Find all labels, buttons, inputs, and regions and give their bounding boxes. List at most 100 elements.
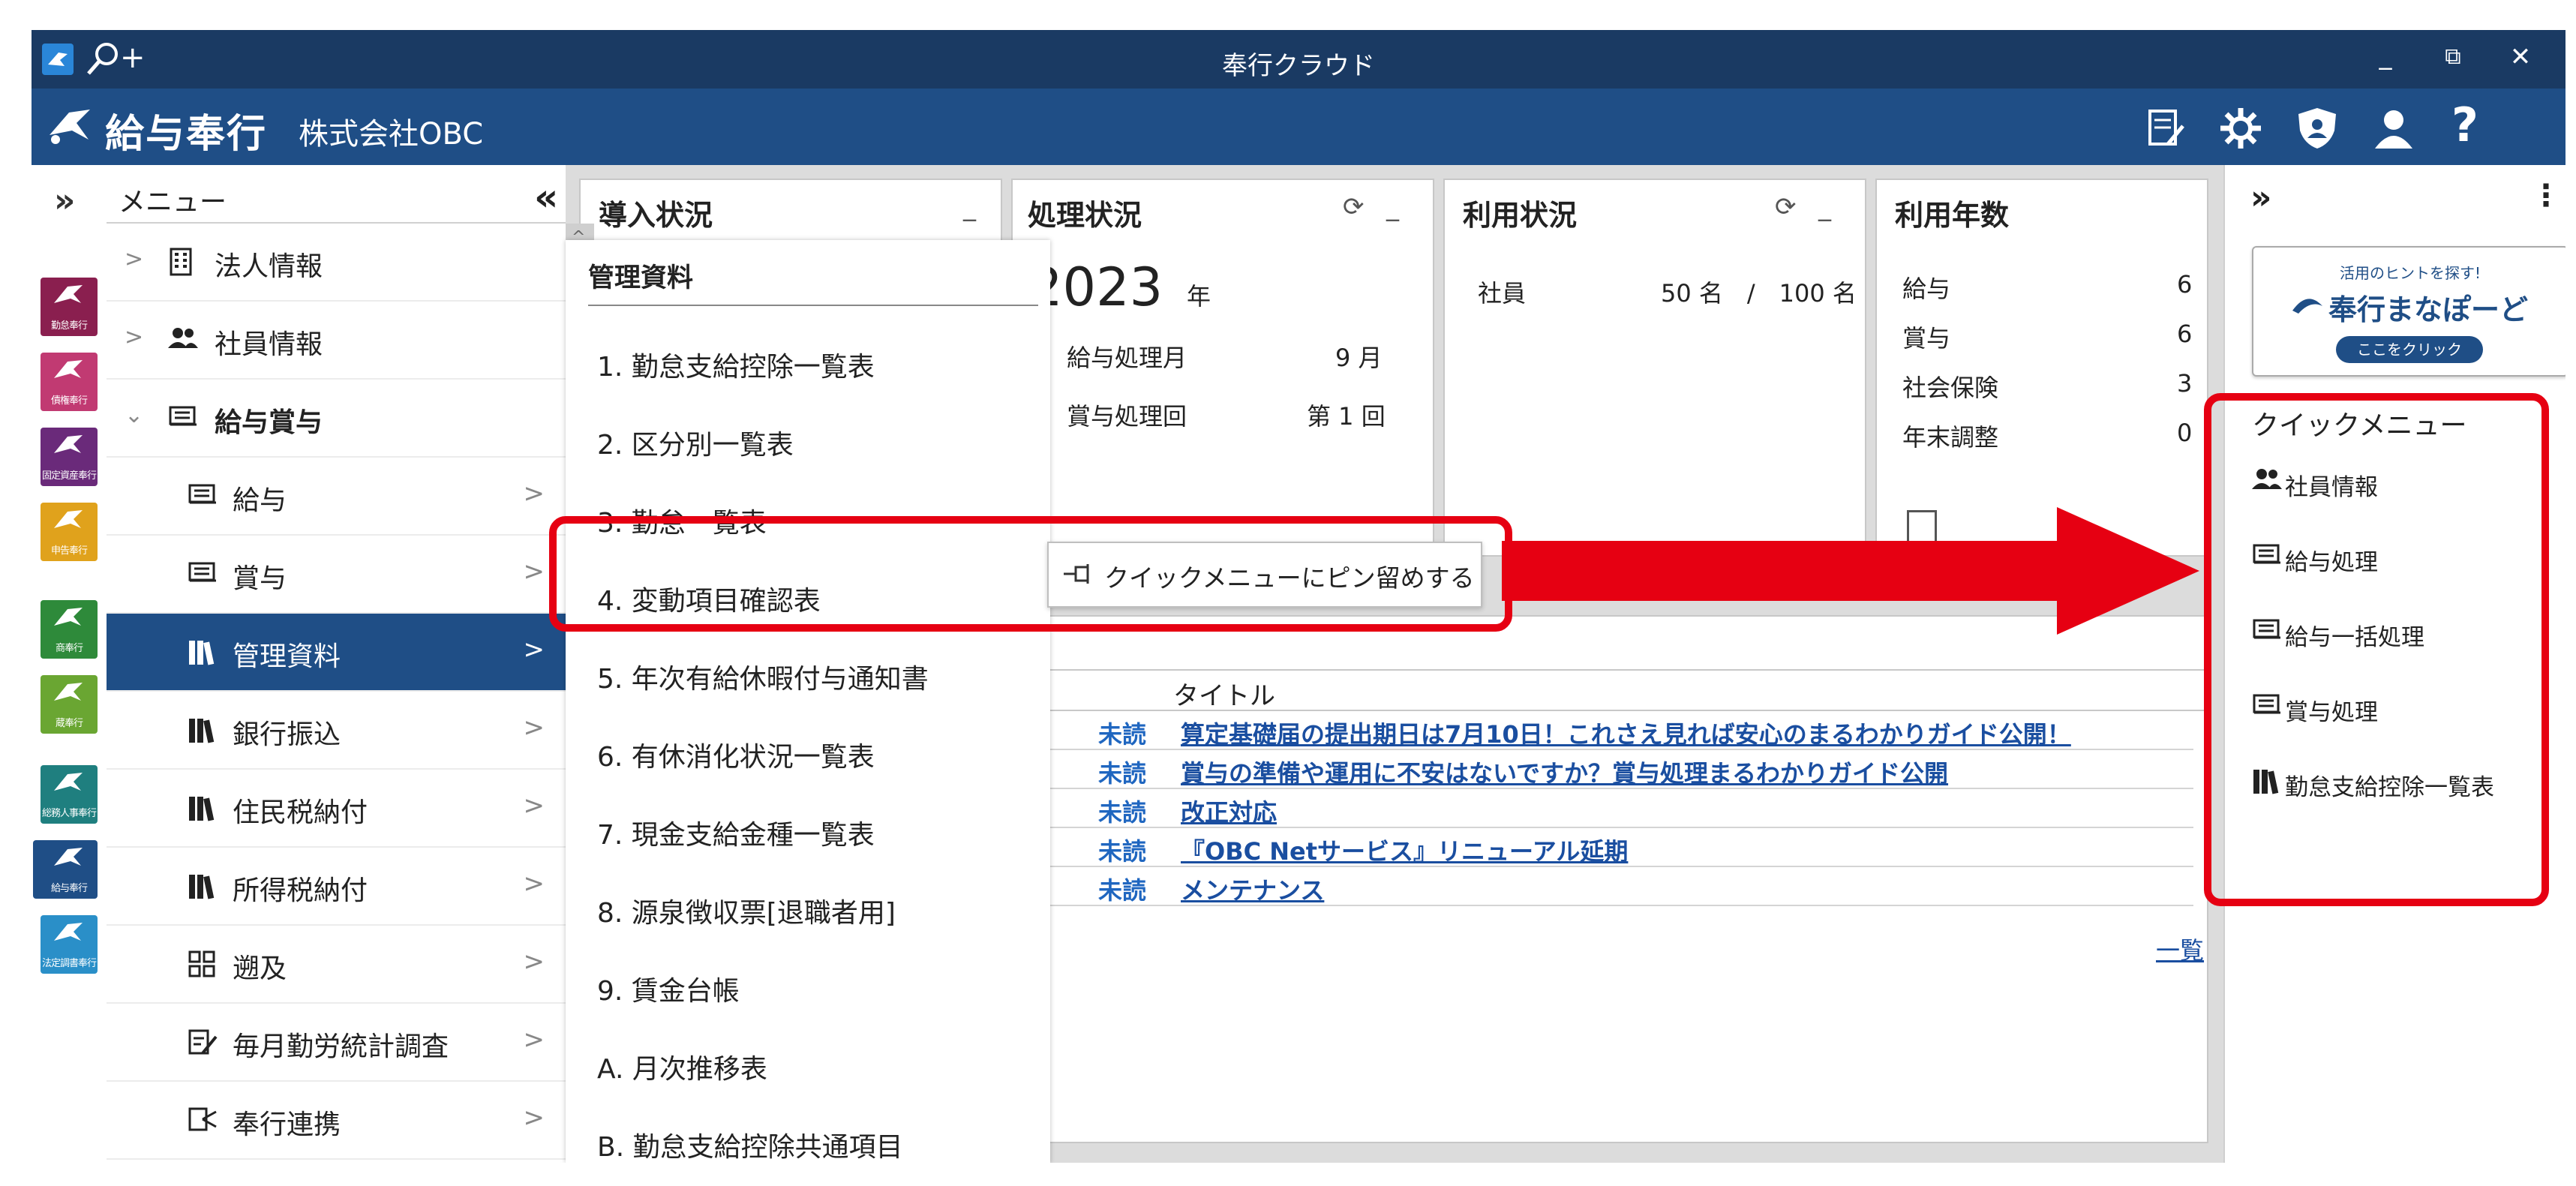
highlight-quick-menu xyxy=(2204,393,2549,906)
link-icon xyxy=(188,1106,218,1133)
panel-title: 導入状況 xyxy=(599,199,713,232)
menu-item-label: 奉行連携 xyxy=(233,1109,341,1140)
title-bar: + 奉行クラウド _ ⧉ ✕ xyxy=(32,30,2565,89)
chevron-down-icon[interactable]: ⌄ xyxy=(125,402,143,428)
minimize-panel-button[interactable]: _ xyxy=(963,192,976,222)
submenu-divider xyxy=(588,305,1038,306)
app-shortcut-label: 総務人事奉行 xyxy=(41,808,97,819)
years-label: 社会保険 xyxy=(1902,374,1999,402)
submenu-item[interactable]: 7. 現金支給金種一覧表 xyxy=(597,813,875,852)
help-icon[interactable]: ? xyxy=(2451,98,2478,152)
banner-brand: 奉行まなぽーど xyxy=(2328,293,2529,326)
app-shortcut-icon[interactable]: 給与奉行 xyxy=(41,840,98,899)
menu-item[interactable]: 給与 > xyxy=(107,458,566,536)
app-shortcut-icon[interactable]: 総務人事奉行 xyxy=(41,765,98,824)
minimize-panel-button[interactable]: _ xyxy=(1386,192,1399,222)
payslip-icon xyxy=(168,404,198,428)
panel-title: 利用年数 xyxy=(1895,199,2010,232)
news-status-badge: 未読 xyxy=(1098,720,1147,749)
years-label: 給与 xyxy=(1902,275,1951,303)
app-shortcut-icon[interactable]: 法定調書奉行 xyxy=(41,915,98,974)
people-icon xyxy=(168,326,198,351)
submenu-item[interactable]: 8. 源泉徴収票[退職者用] xyxy=(597,891,896,930)
chevron-right-icon: > xyxy=(523,635,545,665)
shield-user-icon[interactable] xyxy=(2295,107,2339,150)
app-shortcut-icon[interactable]: 固定資産奉行 xyxy=(41,428,98,486)
app-shortcut-icon[interactable]: 商奉行 xyxy=(41,600,98,659)
menu-item[interactable]: 遡及 > xyxy=(107,926,566,1004)
news-status-badge: 未読 xyxy=(1098,798,1147,827)
news-row[interactable]: 未読 改正対応 xyxy=(1031,788,2193,828)
close-button[interactable]: ✕ xyxy=(2499,42,2541,80)
bonus-round-value: 第 1 回 xyxy=(1307,402,1386,431)
report-edit-icon[interactable] xyxy=(2145,108,2186,149)
refresh-icon[interactable]: ⟳ xyxy=(1343,192,1365,222)
chevron-right-icon: > xyxy=(523,479,545,509)
menu-item[interactable]: 管理資料 > xyxy=(107,614,566,692)
app-shortcut-label: 債権奉行 xyxy=(50,395,88,407)
submenu-item[interactable]: 2. 区分別一覧表 xyxy=(597,423,794,462)
app-shortcut-icon[interactable]: 蔵奉行 xyxy=(41,675,98,734)
news-row[interactable]: 未読 賞与の準備や運用に不安はないですか？賞与処理まるわかりガイド公開 xyxy=(1031,749,2193,789)
payslip-icon xyxy=(188,482,218,506)
news-row[interactable]: 未読 『OBC Netサービス』リニューアル延期 xyxy=(1031,827,2193,867)
chevron-right-icon[interactable]: > xyxy=(125,324,143,350)
company-name[interactable]: 株式会社OBC xyxy=(299,110,483,153)
banner-click-button[interactable]: ここをクリック xyxy=(2336,336,2483,363)
news-title-link[interactable]: 算定基礎届の提出期日は7月10日！これさえ見れば安心のまるわかりガイド公開！ xyxy=(1181,716,2071,750)
manapo-banner[interactable]: 活用のヒントを探す! 奉行まなぽーど ここをクリック xyxy=(2252,246,2565,377)
chevron-right-icon: > xyxy=(523,1025,545,1055)
menu-panel: メニュー « > 法人情報 > 社員情報 ⌄ 給与賞与 給与 > 賞与 > 管理資料 > 銀行振込 > 住民… xyxy=(107,165,594,1163)
maximize-button[interactable]: ⧉ xyxy=(2432,44,2474,81)
news-title-column: タイトル xyxy=(1173,681,1275,711)
more-options-icon[interactable]: ⋮ xyxy=(2531,179,2561,213)
submenu-item[interactable]: A. 月次推移表 xyxy=(597,1047,767,1086)
submenu-item[interactable]: 5. 年次有給休暇付与通知書 xyxy=(597,657,929,696)
news-title-link[interactable]: 『OBC Netサービス』リニューアル延期 xyxy=(1181,833,1628,867)
collapse-menu-button[interactable]: « xyxy=(534,176,558,219)
news-title-link[interactable]: 改正対応 xyxy=(1181,794,1277,828)
app-shortcut-label: 固定資産奉行 xyxy=(41,470,97,482)
user-icon[interactable] xyxy=(2372,107,2415,150)
banner-top-text: 活用のヒントを探す! xyxy=(2339,264,2481,282)
news-title-link[interactable]: メンテナンス xyxy=(1181,872,1324,906)
red-arrow xyxy=(1502,507,2207,635)
menu-item[interactable]: 銀行振込 > xyxy=(107,692,566,770)
menu-item[interactable]: ⌄ 給与賞与 xyxy=(107,380,566,458)
app-shortcut-icon[interactable]: 勤怠奉行 xyxy=(41,278,98,336)
submenu-item[interactable]: 6. 有休消化状況一覧表 xyxy=(597,735,875,774)
news-title-link[interactable]: 賞与の準備や運用に不安はないですか？賞与処理まるわかりガイド公開 xyxy=(1181,755,1948,789)
submenu-item[interactable]: B. 勤怠支給控除共通項目 xyxy=(597,1125,903,1163)
gear-icon[interactable] xyxy=(2219,107,2262,150)
refresh-icon[interactable]: ⟳ xyxy=(1775,192,1797,222)
menu-item[interactable]: > 社員情報 xyxy=(107,302,566,380)
news-row[interactable]: 未読 算定基礎届の提出期日は7月10日！これさえ見れば安心のまるわかりガイド公開！ xyxy=(1031,710,2193,750)
menu-item[interactable]: 賞与 > xyxy=(107,536,566,614)
expand-strip-button[interactable]: » xyxy=(54,182,75,220)
minimize-panel-button[interactable]: _ xyxy=(1818,192,1831,222)
years-value: 0 xyxy=(2177,419,2193,447)
menu-item[interactable]: 奉行連携 > xyxy=(107,1082,566,1160)
app-switcher-strip: » 勤怠奉行債権奉行固定資産奉行申告奉行商奉行蔵奉行総務人事奉行給与奉行法定調書… xyxy=(32,165,108,1163)
app-shortcut-label: 法定調書奉行 xyxy=(41,958,97,969)
submenu-item[interactable]: 9. 賃金台帳 xyxy=(597,969,740,1008)
app-shortcut-icon[interactable]: 債権奉行 xyxy=(41,353,98,411)
menu-item[interactable]: 毎月勤労統計調査 > xyxy=(107,1004,566,1082)
payslip-icon xyxy=(188,560,218,584)
books-icon xyxy=(188,638,218,666)
chevron-right-icon[interactable]: > xyxy=(125,246,143,272)
menu-item[interactable]: > 法人情報 xyxy=(107,224,566,302)
menu-item[interactable]: 所得税納付 > xyxy=(107,848,566,926)
chevron-right-icon: > xyxy=(523,557,545,587)
minimize-button[interactable]: _ xyxy=(2364,41,2406,78)
news-row[interactable]: 未読 メンテナンス xyxy=(1031,866,2193,906)
submenu-management-docs: 管理資料 1. 勤怠支給控除一覧表 2. 区分別一覧表 3. 勤怠一覧表 4. 変動項… xyxy=(566,240,1050,1163)
app-shortcut-icon[interactable]: 申告奉行 xyxy=(41,503,98,561)
expand-right-panel-button[interactable]: » xyxy=(2250,179,2271,217)
submenu-item[interactable]: 1. 勤怠支給控除一覧表 xyxy=(597,345,875,384)
grid-icon xyxy=(188,950,216,978)
menu-item[interactable]: 住民税納付 > xyxy=(107,770,566,848)
news-more-link[interactable]: 一覧 xyxy=(2156,932,2204,966)
app-shortcut-label: 蔵奉行 xyxy=(55,718,83,729)
menu-item-label: 賞与 xyxy=(233,563,287,594)
